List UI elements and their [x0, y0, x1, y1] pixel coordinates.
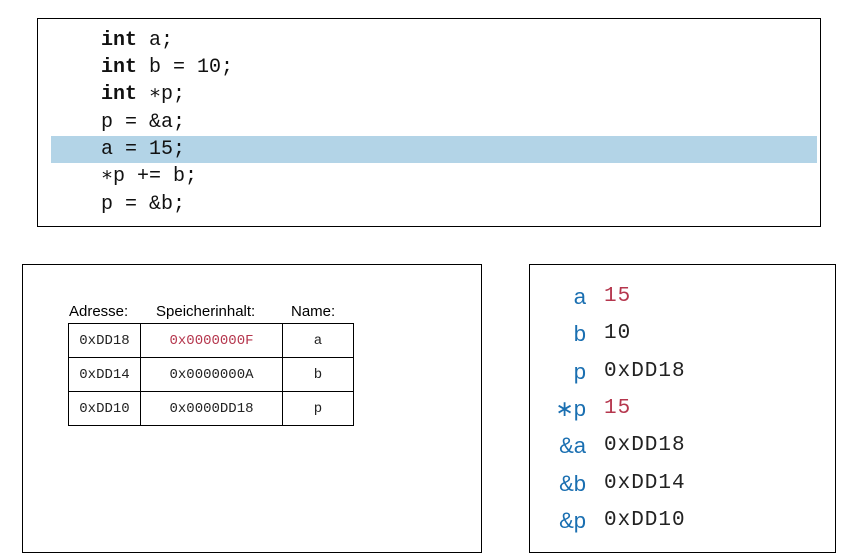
code-panel: int a; int b = 10; int ∗p; p = &a; a = 1… [37, 18, 821, 227]
expression-row: ∗p 15 [530, 394, 830, 424]
content-cell: 0x0000000F [140, 323, 283, 358]
table-row: 0xDD14 0x0000000A b [68, 357, 354, 392]
memory-table: 0xDD18 0x0000000F a 0xDD14 0x0000000A b … [68, 323, 354, 426]
code-keyword: int [101, 29, 138, 52]
header-content: Speicherinhalt: [156, 303, 256, 320]
code-line-3: int ∗p; [51, 81, 817, 108]
expression-panel: a 15 b 10 p 0xDD18 ∗p 15 &a 0xDD18 &b 0x… [529, 264, 836, 553]
table-row: 0xDD18 0x0000000F a [68, 323, 354, 358]
address-cell: 0xDD18 [68, 323, 141, 358]
expression-label: &p [559, 508, 586, 533]
code-text: ∗p += b; [101, 165, 198, 188]
expression-value: 15 [604, 397, 632, 420]
name-cell: a [282, 323, 354, 358]
name-cell: b [282, 357, 354, 392]
expression-row: &p 0xDD10 [530, 506, 830, 536]
expression-row: b 10 [530, 319, 830, 349]
expression-label: ∗p [555, 396, 586, 421]
code-text: p = &a; [101, 111, 186, 134]
address-cell: 0xDD10 [68, 391, 141, 426]
code-line-1: int a; [51, 27, 817, 54]
code-keyword: int [101, 83, 138, 106]
memory-panel: Adresse: Speicherinhalt: Name: 0xDD18 0x… [22, 264, 482, 553]
expression-value: 15 [604, 285, 632, 308]
expression-label: &a [559, 433, 586, 458]
expression-label: a [573, 284, 586, 309]
expression-row: p 0xDD18 [530, 357, 830, 387]
expression-value: 0xDD10 [604, 509, 686, 532]
content-cell: 0x0000DD18 [140, 391, 283, 426]
expression-value: 10 [604, 322, 632, 345]
expression-label: &b [559, 471, 586, 496]
expression-label: b [573, 321, 586, 346]
expression-row: &a 0xDD18 [530, 431, 830, 461]
expression-value: 0xDD18 [604, 434, 686, 457]
expression-label: p [573, 359, 586, 384]
code-text: a = 15; [101, 138, 186, 161]
name-cell: p [282, 391, 354, 426]
code-text: a; [137, 29, 174, 52]
expression-row: &b 0xDD14 [530, 469, 830, 499]
header-address: Adresse: [69, 303, 129, 320]
expression-value: 0xDD18 [604, 360, 686, 383]
code-text: b = 10; [137, 56, 234, 79]
content-cell: 0x0000000A [140, 357, 283, 392]
code-text: p = &b; [101, 193, 186, 216]
table-row: 0xDD10 0x0000DD18 p [68, 391, 354, 426]
code-line-2: int b = 10; [51, 54, 817, 81]
header-name: Name: [291, 303, 336, 320]
expression-row: a 15 [530, 282, 830, 312]
code-keyword: int [101, 56, 138, 79]
address-cell: 0xDD14 [68, 357, 141, 392]
expression-value: 0xDD14 [604, 472, 686, 495]
code-line-6: ∗p += b; [51, 163, 817, 190]
code-line-7: p = &b; [51, 191, 817, 218]
code-line-4: p = &a; [51, 109, 817, 136]
code-text: ∗p; [137, 83, 186, 106]
code-line-5-highlighted: a = 15; [51, 136, 817, 163]
